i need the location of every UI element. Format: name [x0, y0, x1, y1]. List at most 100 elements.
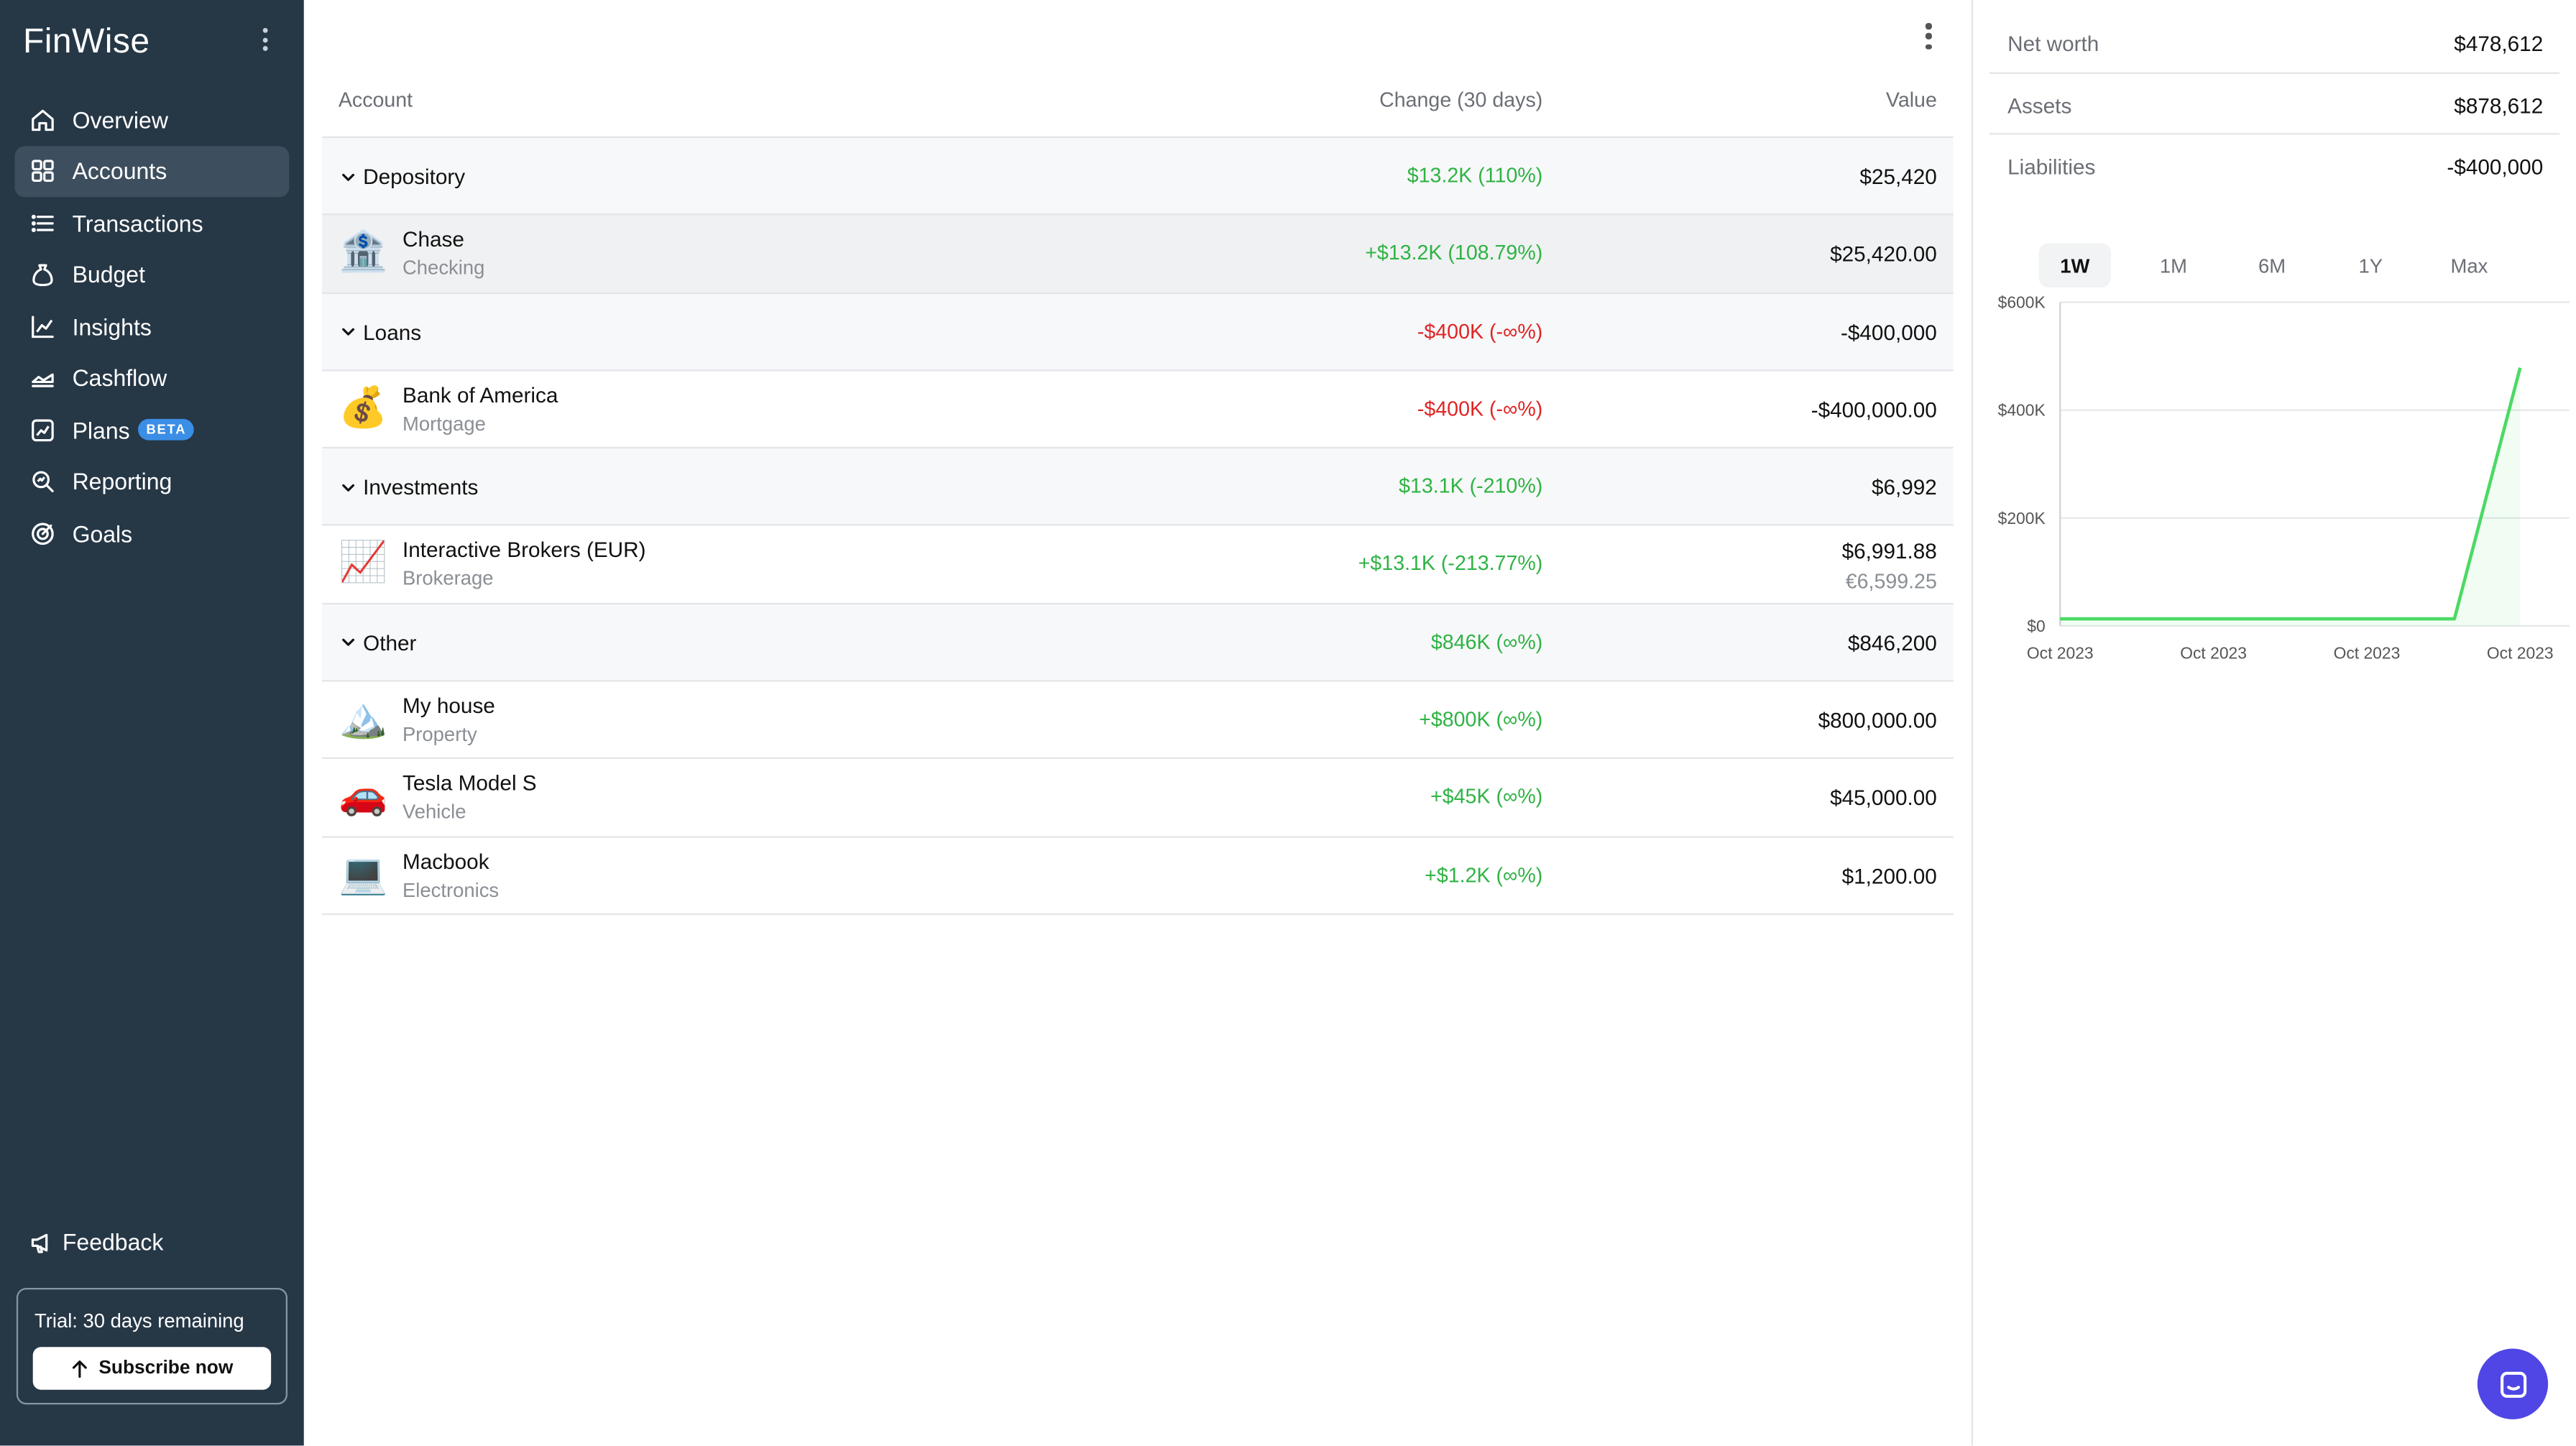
- account-row[interactable]: 💰 Bank of America Mortgage -$400K (-∞%) -$40…: [321, 371, 1954, 449]
- net-worth-label: Net worth: [2007, 31, 2099, 56]
- chevron-down-icon[interactable]: [340, 168, 356, 185]
- group-change: $846K (∞%): [1430, 630, 1543, 654]
- area-chart-icon: [32, 374, 54, 388]
- account-value: $25,420.00: [1830, 241, 1937, 267]
- account-row[interactable]: 🏦 Chase Checking +$13.2K (108.79%) $25,420.0…: [321, 216, 1954, 294]
- subscribe-label: Subscribe now: [98, 1358, 234, 1378]
- account-change: +$1.2K (∞%): [1425, 863, 1543, 887]
- account-name: Chase: [402, 227, 464, 252]
- trial-box: Trial: 30 days remaining Subscribe now: [16, 1287, 288, 1405]
- account-row[interactable]: 🏔️ My house Property +$800K (∞%) $800,000.00: [321, 682, 1954, 760]
- app-logo: FinWise: [22, 22, 150, 61]
- group-label: Other: [363, 630, 417, 655]
- net-worth-row: Net worth $478,612: [1989, 11, 2560, 73]
- sidebar-item-overview[interactable]: Overview: [15, 93, 290, 145]
- y-tick-label: $400K: [1998, 401, 2046, 420]
- table-body: Depository $13.2K (110%) $25,420 🏦 Chase Chec…: [321, 137, 1954, 916]
- group-row-depository[interactable]: Depository $13.2K (110%) $25,420: [321, 137, 1954, 216]
- x-tick-label: Oct 2023: [2180, 644, 2247, 663]
- chevron-down-icon[interactable]: [340, 323, 356, 340]
- more-options-icon[interactable]: [1922, 22, 1935, 51]
- series-line: [2060, 367, 2522, 621]
- group-row-other[interactable]: Other $846K (∞%) $846,200: [321, 604, 1954, 682]
- account-value: $800,000.00: [1818, 708, 1937, 733]
- list-icon: [31, 214, 54, 232]
- group-change: -$400K (-∞%): [1417, 319, 1543, 343]
- group-value: $6,992: [1871, 474, 1937, 500]
- account-type: Vehicle: [402, 800, 466, 824]
- sidebar-item-reporting[interactable]: Reporting: [15, 456, 290, 507]
- assets-value: $878,612: [2454, 93, 2544, 118]
- sidebar-item-goals[interactable]: Goals: [15, 507, 290, 559]
- sidebar-item-insights[interactable]: Insights: [15, 300, 290, 352]
- group-row-loans[interactable]: Loans -$400K (-∞%) -$400,000: [321, 293, 1954, 372]
- sidebar-item-label: Insights: [72, 313, 152, 340]
- group-label: Depository: [363, 164, 466, 189]
- header-change: Change (30 days): [1379, 88, 1543, 112]
- account-name: Macbook: [402, 848, 489, 874]
- sidebar-item-label: Accounts: [72, 157, 167, 185]
- feedback-button[interactable]: Feedback: [29, 1229, 163, 1255]
- x-tick-label: Oct 2023: [2027, 644, 2094, 663]
- sidebar-item-accounts[interactable]: Accounts: [14, 145, 290, 198]
- account-change: +$45K (∞%): [1430, 786, 1543, 809]
- search-chart-icon: [32, 471, 54, 493]
- sidebar-item-label: Reporting: [72, 468, 172, 495]
- account-row[interactable]: 💻 Macbook Electronics +$1.2K (∞%) $1,200.00: [321, 837, 1954, 916]
- chevron-down-icon[interactable]: [340, 479, 356, 496]
- megaphone-icon: [31, 1233, 48, 1253]
- sidebar-more-icon[interactable]: [254, 24, 274, 54]
- sidebar: FinWise Overview Accounts Transactions Budg…: [0, 0, 304, 1446]
- sidebar-item-label: Cashflow: [72, 364, 167, 392]
- chat-button[interactable]: [2477, 1348, 2549, 1419]
- summary-panel: Net worth $478,612 Assets $878,612 Liabi…: [1971, 0, 2576, 1446]
- header-account: Account: [338, 88, 413, 112]
- header-value: Value: [1885, 88, 1937, 112]
- group-row-investments[interactable]: Investments $13.1K (-210%) $6,992: [321, 448, 1954, 527]
- account-value-secondary: €6,599.25: [1845, 571, 1937, 594]
- group-name: Depository: [340, 165, 465, 189]
- account-type: Mortgage: [402, 412, 486, 436]
- account-name: Bank of America: [402, 382, 558, 407]
- account-value: $1,200.00: [1841, 863, 1937, 888]
- account-type: Checking: [402, 257, 485, 280]
- account-change: +$13.2K (108.79%): [1365, 241, 1543, 265]
- liabilities-row: Liabilities -$400,000: [1990, 134, 2559, 196]
- sidebar-item-budget[interactable]: Budget: [15, 249, 290, 300]
- account-row[interactable]: 🚗 Tesla Model S Vehicle +$45K (∞%) $45,000.0…: [321, 760, 1954, 837]
- assets-label: Assets: [2007, 93, 2072, 118]
- line-chart-icon: [32, 315, 54, 338]
- home-icon: [32, 109, 54, 131]
- net-worth-value: $478,612: [2454, 31, 2544, 56]
- account-row[interactable]: 📈 Interactive Brokers (EUR) Brokerage +$13.…: [321, 527, 1954, 604]
- account-value-block: $6,991.88 €6,599.25: [1842, 540, 1937, 594]
- money-bag-icon: 💰: [338, 385, 388, 430]
- account-type: Property: [402, 722, 477, 746]
- sidebar-item-plans[interactable]: Plans BETA: [15, 404, 290, 456]
- chat-icon: [2499, 1371, 2526, 1397]
- y-tick-label: $200K: [1998, 509, 2046, 528]
- account-name: Tesla Model S: [402, 770, 537, 796]
- car-icon: 🚗: [338, 774, 388, 819]
- sidebar-item-cashflow[interactable]: Cashflow: [15, 352, 290, 404]
- group-value: $846,200: [1847, 630, 1937, 655]
- table-header: Account Change (30 days) Value: [321, 61, 1954, 138]
- chevron-down-icon[interactable]: [340, 635, 356, 651]
- assets-row: Assets $878,612: [1989, 73, 2560, 135]
- group-name: Investments: [340, 475, 478, 499]
- account-value: $6,991.88: [1841, 539, 1937, 565]
- y-tick-label: $600K: [1998, 293, 2046, 312]
- sidebar-item-label: Overview: [72, 106, 168, 133]
- arrow-up-icon: [73, 1359, 88, 1378]
- bag-icon: [32, 264, 53, 287]
- sidebar-item-transactions[interactable]: Transactions: [15, 197, 290, 249]
- accounts-table: Account Change (30 days) Value Depositor…: [321, 61, 1954, 916]
- sidebar-item-label: Transactions: [72, 209, 203, 236]
- laptop-icon: 💻: [338, 852, 388, 897]
- account-change: +$800K (∞%): [1419, 708, 1543, 732]
- x-tick-label: Oct 2023: [2487, 644, 2554, 663]
- y-tick-label: $0: [2027, 617, 2045, 635]
- group-name: Other: [340, 630, 416, 655]
- group-value: $25,420: [1859, 164, 1937, 189]
- subscribe-button[interactable]: Subscribe now: [32, 1347, 272, 1390]
